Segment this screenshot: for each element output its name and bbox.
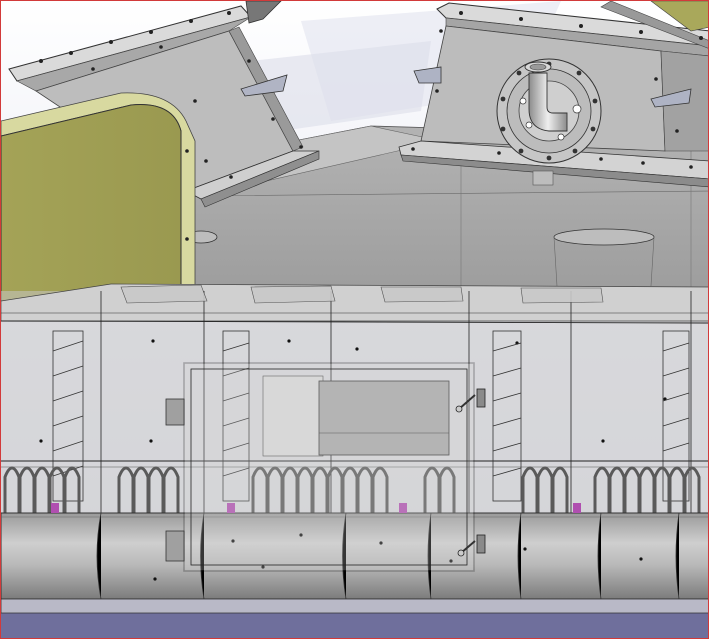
inspection-door[interactable] <box>165 362 486 572</box>
base-floor <box>1 598 708 638</box>
cad-scene[interactable] <box>1 1 709 639</box>
yellow-guard-panel[interactable] <box>1 92 196 307</box>
cad-viewport[interactable] <box>0 0 709 639</box>
